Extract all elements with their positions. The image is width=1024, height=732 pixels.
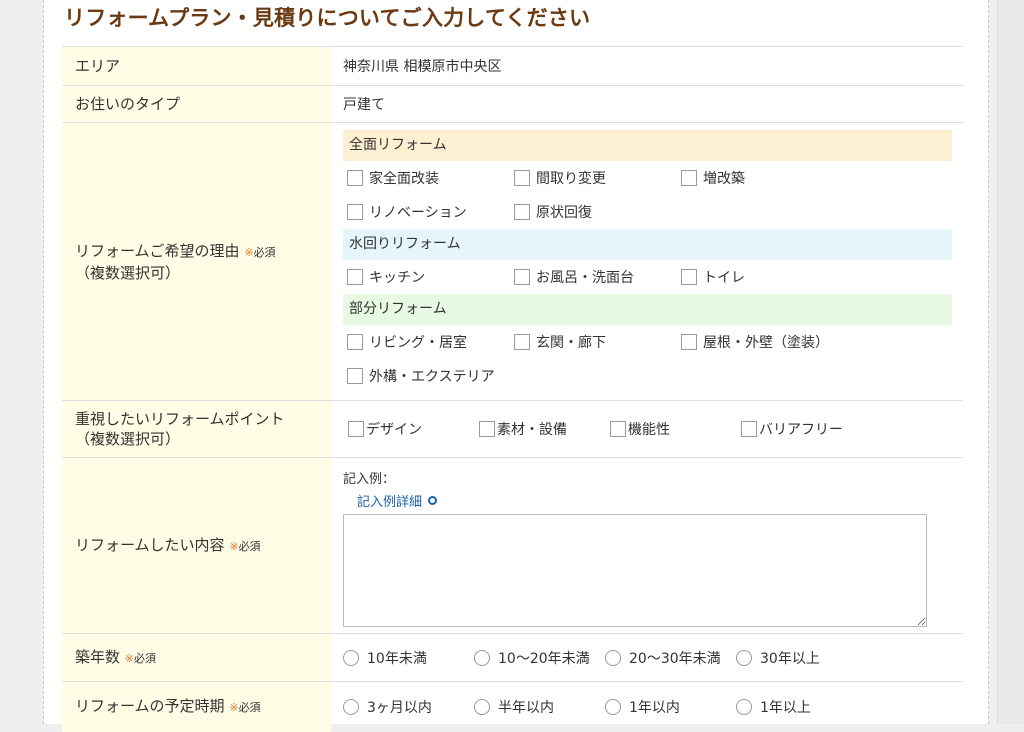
checkbox-box[interactable] — [681, 334, 697, 350]
checkbox-box[interactable] — [514, 334, 530, 350]
required-badge: ※必須 — [244, 245, 276, 259]
radio-circle[interactable] — [343, 649, 359, 666]
reform-form: エリア 神奈川県 相模原市中央区 お住いのタイプ 戸建て リフォームご希望の理由… — [62, 46, 963, 732]
points-options: デザイン 素材・設備 機能性 バリアフリー — [331, 401, 963, 457]
checkbox-functionality[interactable]: 機能性 — [610, 412, 741, 446]
schedule-label-line: リフォームの予定時期 ※必須 — [75, 696, 331, 718]
content-label: リフォームしたい内容 — [75, 535, 225, 554]
reason-sublabel: （複数選択可） — [75, 263, 181, 282]
radio-schedule-3-months[interactable]: 3ヶ月以内 — [343, 695, 474, 719]
area-label: エリア — [62, 47, 331, 85]
full-reform-options: 家全面改装 間取り変更 増改築 リノベーション 原状回復 — [343, 161, 952, 229]
schedule-label-cell: リフォームの予定時期 ※必須 — [62, 682, 331, 732]
required-badge: ※必須 — [229, 539, 261, 553]
content-label-line: リフォームしたい内容 ※必須 — [75, 535, 331, 557]
content-value: 記入例： 記入例詳細 — [331, 458, 963, 633]
checkbox-extension[interactable]: 増改築 — [677, 161, 844, 195]
checkbox-layout-change[interactable]: 間取り変更 — [510, 161, 677, 195]
radio-circle[interactable] — [474, 649, 490, 666]
category-partial-reform: 部分リフォーム — [343, 294, 952, 325]
area-value: 神奈川県 相模原市中央区 — [343, 59, 502, 75]
checkbox-box[interactable] — [514, 170, 530, 186]
required-badge: ※必須 — [124, 651, 157, 665]
building-age-label-cell: 築年数 ※必須 — [62, 634, 331, 681]
checkbox-box[interactable] — [479, 421, 495, 437]
schedule-options: 3ヶ月以内 半年以内 1年以内 1年以上 — [331, 682, 963, 732]
category-full-reform: 全面リフォーム — [343, 130, 952, 161]
checkbox-renovation[interactable]: リノベーション — [343, 195, 510, 229]
radio-circle[interactable] — [474, 699, 490, 715]
reason-options: 全面リフォーム 家全面改装 間取り変更 増改築 リノベーション 原状回復 水回り… — [331, 123, 963, 400]
checkbox-exterior[interactable]: 外構・エクステリア — [343, 359, 510, 393]
radio-circle[interactable] — [605, 699, 621, 715]
checkbox-entrance[interactable]: 玄関・廊下 — [510, 325, 677, 359]
example-detail-link[interactable]: 記入例詳細 — [357, 491, 438, 510]
required-badge: ※必須 — [229, 701, 261, 714]
radio-age-under-10[interactable]: 10年未満 — [343, 646, 474, 670]
radio-schedule-over-1-year[interactable]: 1年以上 — [736, 695, 867, 719]
points-sublabel: （複数選択可） — [75, 430, 181, 448]
checkbox-box[interactable] — [681, 170, 697, 186]
checkbox-box[interactable] — [514, 204, 530, 220]
checkbox-roof-wall[interactable]: 屋根・外壁（塗装） — [677, 325, 844, 359]
page-title: リフォームプラン・見積りについてご入力してください — [64, 6, 591, 30]
checkbox-box[interactable] — [741, 421, 757, 437]
reason-row: リフォームご希望の理由 ※必須 （複数選択可） 全面リフォーム 家全面改装 間取… — [62, 122, 963, 400]
radio-circle[interactable] — [736, 649, 752, 666]
checkbox-box[interactable] — [348, 421, 364, 437]
checkbox-box[interactable] — [681, 269, 697, 285]
house-type-row: お住いのタイプ 戸建て — [62, 85, 963, 122]
area-row: エリア 神奈川県 相模原市中央区 — [62, 46, 963, 85]
checkbox-kitchen[interactable]: キッチン — [343, 260, 510, 294]
checkbox-box[interactable] — [610, 421, 626, 437]
radio-age-over-30[interactable]: 30年以上 — [736, 646, 867, 670]
radio-age-10-20[interactable]: 10～20年未満 — [474, 646, 605, 670]
schedule-row: リフォームの予定時期 ※必須 3ヶ月以内 半年以内 1年以内 1年以上 — [62, 681, 963, 732]
checkbox-box[interactable] — [347, 170, 363, 186]
partial-reform-options: リビング・居室 玄関・廊下 屋根・外壁（塗装） 外構・エクステリア — [343, 325, 952, 393]
checkbox-materials[interactable]: 素材・設備 — [479, 412, 610, 446]
checkbox-living-room[interactable]: リビング・居室 — [343, 325, 510, 359]
checkbox-bath[interactable]: お風呂・洗面台 — [510, 260, 677, 294]
scrollbar[interactable] — [997, 0, 1024, 724]
reason-label: リフォームご希望の理由 — [75, 241, 240, 260]
checkbox-box[interactable] — [347, 334, 363, 350]
checkbox-toilet[interactable]: トイレ — [677, 260, 844, 294]
reason-label-line: リフォームご希望の理由 ※必須 — [75, 241, 331, 263]
schedule-label: リフォームの予定時期 — [75, 697, 225, 715]
building-age-label: 築年数 — [75, 647, 121, 666]
checkbox-box[interactable] — [347, 269, 363, 285]
radio-schedule-half-year[interactable]: 半年以内 — [474, 695, 605, 719]
radio-circle[interactable] — [343, 699, 359, 715]
checkbox-box[interactable] — [347, 204, 363, 220]
radio-circle[interactable] — [736, 699, 752, 715]
house-type-value: 戸建て — [343, 97, 385, 113]
checkbox-box[interactable] — [347, 368, 363, 384]
building-age-options: 10年未満 10～20年未満 20～30年未満 30年以上 — [331, 634, 963, 681]
points-label: 重視したいリフォームポイント — [75, 410, 285, 428]
points-row: 重視したいリフォームポイント （複数選択可） デザイン 素材・設備 機能性 バリ… — [62, 400, 963, 457]
content-textarea[interactable] — [343, 514, 927, 627]
checkbox-barrier-free[interactable]: バリアフリー — [741, 412, 872, 446]
checkbox-restoration[interactable]: 原状回復 — [510, 195, 677, 229]
example-label: 記入例： — [343, 472, 396, 487]
content-label-cell: リフォームしたい内容 ※必須 — [62, 458, 331, 633]
radio-age-20-30[interactable]: 20～30年未満 — [605, 646, 736, 670]
checkbox-design[interactable]: デザイン — [348, 412, 479, 446]
reason-label-cell: リフォームご希望の理由 ※必須 （複数選択可） — [62, 123, 331, 400]
building-age-label-line: 築年数 ※必須 — [75, 647, 331, 669]
category-water-reform: 水回りリフォーム — [343, 229, 952, 260]
content-row: リフォームしたい内容 ※必須 記入例： 記入例詳細 — [62, 457, 963, 633]
checkbox-whole-house[interactable]: 家全面改装 — [343, 161, 510, 195]
radio-circle[interactable] — [605, 649, 621, 666]
water-reform-options: キッチン お風呂・洗面台 トイレ — [343, 260, 952, 294]
radio-schedule-1-year[interactable]: 1年以内 — [605, 695, 736, 719]
house-type-label: お住いのタイプ — [62, 86, 331, 122]
building-age-row: 築年数 ※必須 10年未満 10～20年未満 20～30年未満 30年以上 — [62, 633, 963, 681]
checkbox-box[interactable] — [514, 269, 530, 285]
circle-arrow-icon — [428, 496, 438, 505]
points-label-cell: 重視したいリフォームポイント （複数選択可） — [62, 401, 331, 457]
